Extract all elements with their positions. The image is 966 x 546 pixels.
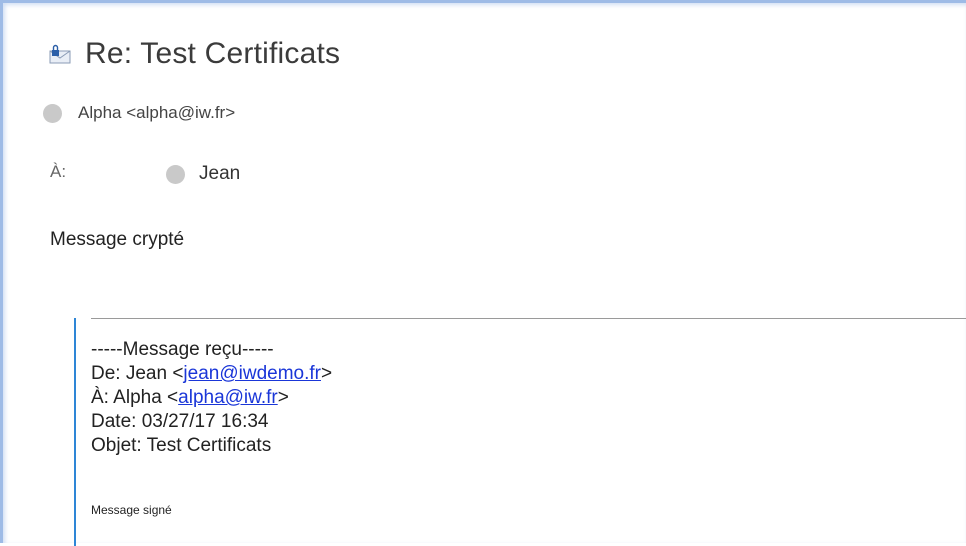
quote-date-line: Date: 03/27/17 16:34 — [91, 411, 269, 432]
quote-from-email-link[interactable]: jean@iwdemo.fr — [183, 363, 321, 384]
sender-name[interactable]: Alpha <alpha@iw.fr> — [78, 103, 235, 123]
lock-envelope-icon — [49, 44, 71, 64]
quote-from-suffix: > — [321, 363, 333, 384]
quoted-header: -----Message reçu----- De: Jean <jean@iw… — [91, 338, 332, 458]
quote-from-prefix: De: Jean < — [91, 363, 184, 384]
sender-avatar[interactable] — [43, 103, 62, 123]
to-label: À: — [50, 162, 67, 181]
quote-to-email-link[interactable]: alpha@iw.fr — [178, 387, 278, 408]
subject-row: Re: Test Certificats — [49, 37, 340, 71]
quote-divider — [91, 318, 966, 319]
quote-to-line: À: Alpha <alpha@iw.fr> — [91, 386, 332, 410]
recipient-avatar[interactable] — [166, 164, 185, 184]
subject-title: Re: Test Certificats — [85, 37, 341, 70]
quote-subject-line: Objet: Test Certificats — [91, 435, 272, 456]
message-body: Message crypté — [50, 229, 185, 250]
quote-to-prefix: À: Alpha < — [91, 387, 179, 408]
recipient-row[interactable]: Jean — [166, 163, 240, 185]
sender-row[interactable]: Alpha <alpha@iw.fr> — [43, 103, 235, 123]
quote-from-line: De: Jean <jean@iwdemo.fr> — [91, 362, 332, 386]
message-window: Re: Test Certificats Alpha <alpha@iw.fr>… — [0, 0, 966, 546]
quote-footer: Message signé — [91, 503, 172, 517]
quote-to-suffix: > — [277, 387, 289, 408]
recipient-name[interactable]: Jean — [199, 163, 240, 185]
quote-separator: -----Message reçu----- — [91, 339, 274, 360]
quoted-message: -----Message reçu----- De: Jean <jean@iw… — [74, 318, 966, 546]
